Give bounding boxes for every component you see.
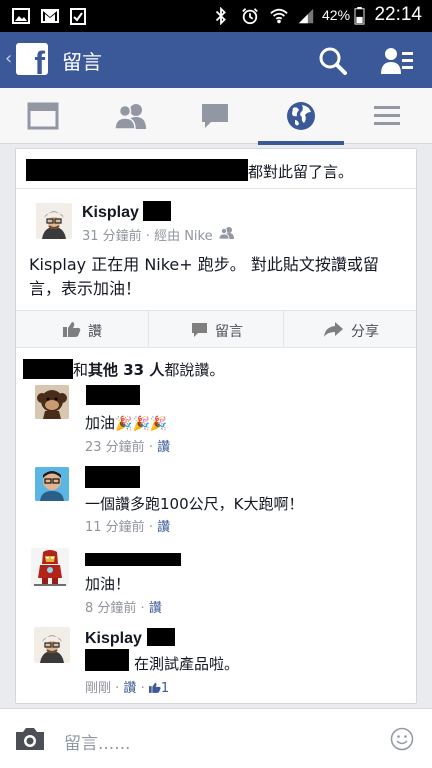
comment-composer: 留言...... — [0, 708, 432, 768]
comment-meta: 23 分鐘前 · 讚 — [85, 440, 171, 455]
signal-icon — [298, 8, 314, 24]
comment-meta: 剛剛 · 讚 · 1 — [85, 681, 170, 696]
search-icon — [319, 47, 347, 75]
comment-text: 加油🎉🎉🎉 — [85, 414, 168, 432]
facebook-logo-icon[interactable]: f — [16, 43, 48, 79]
tab-friends[interactable] — [86, 88, 172, 144]
comment-like-link[interactable]: 讚 — [157, 520, 170, 535]
redacted-name — [85, 553, 181, 566]
bluetooth-icon — [215, 7, 226, 25]
redacted-name — [147, 628, 175, 646]
contact-list-icon — [381, 48, 413, 74]
news-feed-icon — [27, 102, 59, 130]
wifi-icon — [270, 8, 288, 24]
tab-bar — [0, 88, 432, 145]
author-avatar[interactable] — [36, 203, 72, 239]
messages-icon — [202, 104, 228, 128]
monkey-avatar-image — [35, 385, 69, 419]
redacted-name — [26, 159, 248, 181]
tab-notifications[interactable] — [258, 88, 344, 145]
comment-text: 一個讚多跑100公尺，K大跑啊！ — [85, 495, 304, 513]
like-button[interactable]: 讚 — [16, 311, 148, 348]
notice-row: 都對此留了言。 — [16, 149, 416, 189]
post-card: 都對此留了言。 Kisplay 31 分鐘前 · 經由 Nike Kisplay… — [15, 148, 417, 704]
redacted-name — [23, 359, 73, 379]
menu-icon — [374, 106, 400, 125]
avatar-image — [40, 635, 64, 663]
comment-meta: 8 分鐘前 · 讚 — [85, 601, 162, 616]
app-header: ‹ f 留言 — [0, 32, 432, 88]
back-chevron-icon[interactable]: ‹ — [5, 48, 12, 69]
alarm-icon — [242, 8, 258, 25]
search-button[interactable] — [316, 44, 350, 78]
comment-input[interactable]: 留言...... — [64, 729, 130, 754]
comment-text: 加油！ — [85, 575, 131, 593]
commenter-avatar[interactable] — [35, 467, 69, 501]
commenter-avatar[interactable] — [31, 548, 69, 586]
gmail-icon — [41, 9, 59, 23]
comment-like-link[interactable]: 讚 — [157, 440, 170, 455]
avatar-image — [42, 211, 66, 239]
tab-messages[interactable] — [172, 88, 258, 144]
tab-news-feed[interactable] — [0, 88, 86, 144]
share-button[interactable]: 分享 — [284, 311, 416, 348]
battery-icon — [354, 7, 365, 25]
audience-friends-icon — [219, 227, 234, 239]
commenter-avatar[interactable] — [35, 385, 69, 419]
comment-like-count[interactable]: 1 — [148, 681, 169, 696]
thumbs-up-icon — [63, 322, 81, 337]
friends-icon — [114, 104, 146, 130]
person-avatar-image — [35, 467, 69, 501]
commenter-avatar[interactable] — [34, 627, 70, 663]
friend-requests-button[interactable] — [380, 44, 414, 78]
redacted-name — [85, 649, 129, 671]
globe-icon — [287, 102, 315, 130]
emoji-icon[interactable] — [390, 727, 414, 751]
comment-text: 在測試產品啦。 — [134, 655, 240, 673]
post-meta: 31 分鐘前 · 經由 Nike — [82, 229, 213, 244]
action-bar: 讚 留言 分享 — [16, 310, 416, 348]
comment-meta: 11 分鐘前 · 讚 — [85, 520, 171, 535]
comment-button[interactable]: 留言 — [149, 311, 283, 348]
redacted-name — [85, 466, 140, 488]
redacted-name — [86, 385, 140, 405]
clipboard-icon — [70, 8, 86, 25]
share-icon — [324, 322, 343, 337]
clock: 22:14 — [374, 4, 422, 25]
likes-summary[interactable]: 和其他 33 人都說讚。 — [23, 359, 224, 380]
author-name[interactable]: Kisplay — [82, 204, 139, 222]
image-icon — [12, 8, 30, 24]
battery-percent: 42% — [322, 7, 351, 23]
comment-like-link[interactable]: 讚 — [149, 601, 162, 616]
page-title: 留言 — [62, 50, 102, 74]
thumbs-up-icon — [148, 682, 161, 693]
notice-text: 都對此留了言。 — [248, 163, 354, 181]
status-bar: 42% 22:14 — [0, 0, 432, 32]
redacted-name — [143, 201, 171, 221]
post-text: Kisplay 正在用 Nike+ 跑步。 對此貼文按讚或留 言，表示加油！ — [29, 255, 379, 298]
ironman-avatar-image — [31, 548, 69, 586]
camera-icon[interactable] — [14, 727, 46, 751]
party-popper-emoji: 🎉🎉🎉 — [115, 416, 168, 432]
comment-author[interactable]: Kisplay — [85, 630, 142, 648]
tab-more[interactable] — [344, 88, 430, 144]
comment-like-link[interactable]: 讚 — [123, 681, 136, 696]
comment-icon — [192, 323, 207, 337]
